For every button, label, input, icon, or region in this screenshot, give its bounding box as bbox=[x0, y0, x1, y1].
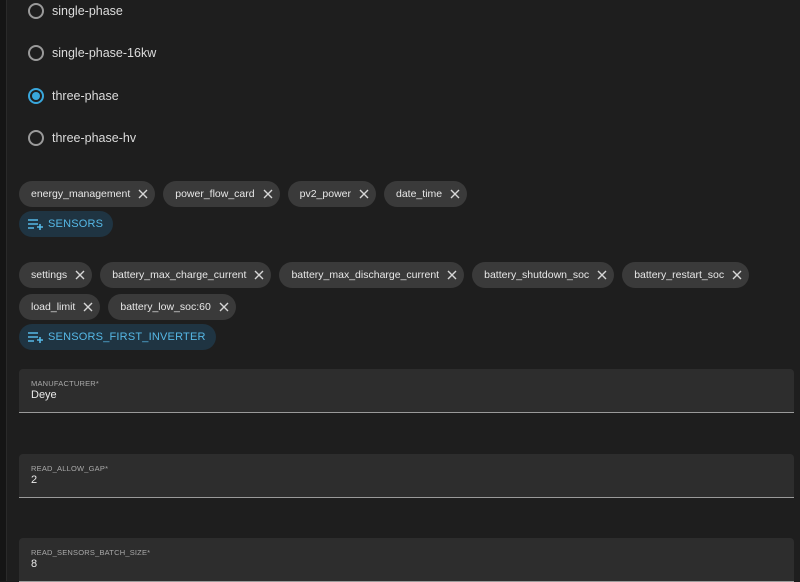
add-sensors-first-inverter-label: SENSORS_FIRST_INVERTER bbox=[48, 331, 206, 343]
remove-chip-icon[interactable] bbox=[253, 269, 265, 281]
radio-option-three-phase[interactable]: three-phase bbox=[28, 86, 119, 106]
remove-chip-icon[interactable] bbox=[137, 188, 149, 200]
chip-label: battery_max_discharge_current bbox=[291, 269, 440, 281]
remove-chip-icon[interactable] bbox=[446, 269, 458, 281]
radio-option-single-phase-16kw[interactable]: single-phase-16kw bbox=[28, 43, 156, 63]
remove-chip-icon[interactable] bbox=[82, 301, 94, 313]
sensors-chip-list: energy_management power_flow_card pv2_po… bbox=[19, 181, 468, 207]
radio-button[interactable] bbox=[28, 3, 44, 19]
read-sensors-batch-size-field[interactable]: READ_SENSORS_BATCH_SIZE* bbox=[19, 538, 794, 582]
chip-label: pv2_power bbox=[299, 188, 351, 200]
radio-button-selected[interactable] bbox=[28, 88, 44, 104]
sensor-chip: energy_management bbox=[19, 181, 156, 207]
radio-option-single-phase[interactable]: single-phase bbox=[28, 1, 123, 21]
sensor-chip: settings bbox=[19, 262, 93, 288]
manufacturer-input[interactable] bbox=[31, 389, 731, 401]
sensor-chip: battery_shutdown_soc bbox=[472, 262, 615, 288]
field-label: READ_SENSORS_BATCH_SIZE* bbox=[31, 548, 151, 557]
sensor-chip: battery_restart_soc bbox=[622, 262, 750, 288]
sensors-first-inverter-chip-list-row1: settings battery_max_charge_current batt… bbox=[19, 262, 750, 288]
sensor-chip: date_time bbox=[384, 181, 468, 207]
add-sensors-label: SENSORS bbox=[48, 218, 104, 230]
radio-label: three-phase-hv bbox=[52, 131, 137, 145]
field-label: MANUFACTURER* bbox=[31, 379, 100, 388]
sensor-chip: battery_max_charge_current bbox=[100, 262, 272, 288]
remove-chip-icon[interactable] bbox=[218, 301, 230, 313]
sensor-chip: power_flow_card bbox=[163, 181, 280, 207]
chip-label: battery_low_soc:60 bbox=[120, 301, 211, 313]
chip-label: power_flow_card bbox=[175, 188, 255, 200]
remove-chip-icon[interactable] bbox=[596, 269, 608, 281]
radio-label: single-phase bbox=[52, 4, 123, 18]
chip-label: date_time bbox=[396, 188, 443, 200]
read-allow-gap-field[interactable]: READ_ALLOW_GAP* bbox=[19, 454, 794, 498]
remove-chip-icon[interactable] bbox=[358, 188, 370, 200]
remove-chip-icon[interactable] bbox=[449, 188, 461, 200]
sensor-chip: battery_max_discharge_current bbox=[279, 262, 465, 288]
radio-button[interactable] bbox=[28, 45, 44, 61]
radio-label: three-phase bbox=[52, 89, 119, 103]
read-allow-gap-input[interactable] bbox=[31, 474, 731, 486]
field-label: READ_ALLOW_GAP* bbox=[31, 464, 109, 473]
sensor-chip: pv2_power bbox=[287, 181, 376, 207]
remove-chip-icon[interactable] bbox=[262, 188, 274, 200]
radio-label: single-phase-16kw bbox=[52, 46, 157, 60]
sensor-chip: battery_low_soc:60 bbox=[108, 294, 236, 320]
chip-label: battery_shutdown_soc bbox=[484, 269, 590, 281]
radio-button[interactable] bbox=[28, 130, 44, 146]
read-sensors-batch-size-input[interactable] bbox=[31, 558, 731, 570]
left-rail bbox=[0, 0, 7, 581]
playlist-add-icon bbox=[28, 219, 43, 230]
add-sensors-first-inverter-button[interactable]: SENSORS_FIRST_INVERTER bbox=[19, 324, 216, 350]
playlist-add-icon bbox=[28, 332, 43, 343]
manufacturer-field[interactable]: MANUFACTURER* bbox=[19, 369, 794, 413]
chip-label: settings bbox=[31, 269, 68, 281]
sensor-chip: load_limit bbox=[19, 294, 101, 320]
chip-label: energy_management bbox=[31, 188, 131, 200]
remove-chip-icon[interactable] bbox=[74, 269, 86, 281]
add-sensors-button[interactable]: SENSORS bbox=[19, 211, 114, 237]
chip-label: battery_max_charge_current bbox=[112, 269, 247, 281]
sensors-first-inverter-chip-list-row2: load_limit battery_low_soc:60 bbox=[19, 294, 236, 320]
remove-chip-icon[interactable] bbox=[731, 269, 743, 281]
radio-option-three-phase-hv[interactable]: three-phase-hv bbox=[28, 128, 136, 148]
chip-label: battery_restart_soc bbox=[634, 269, 725, 281]
chip-label: load_limit bbox=[31, 301, 76, 313]
